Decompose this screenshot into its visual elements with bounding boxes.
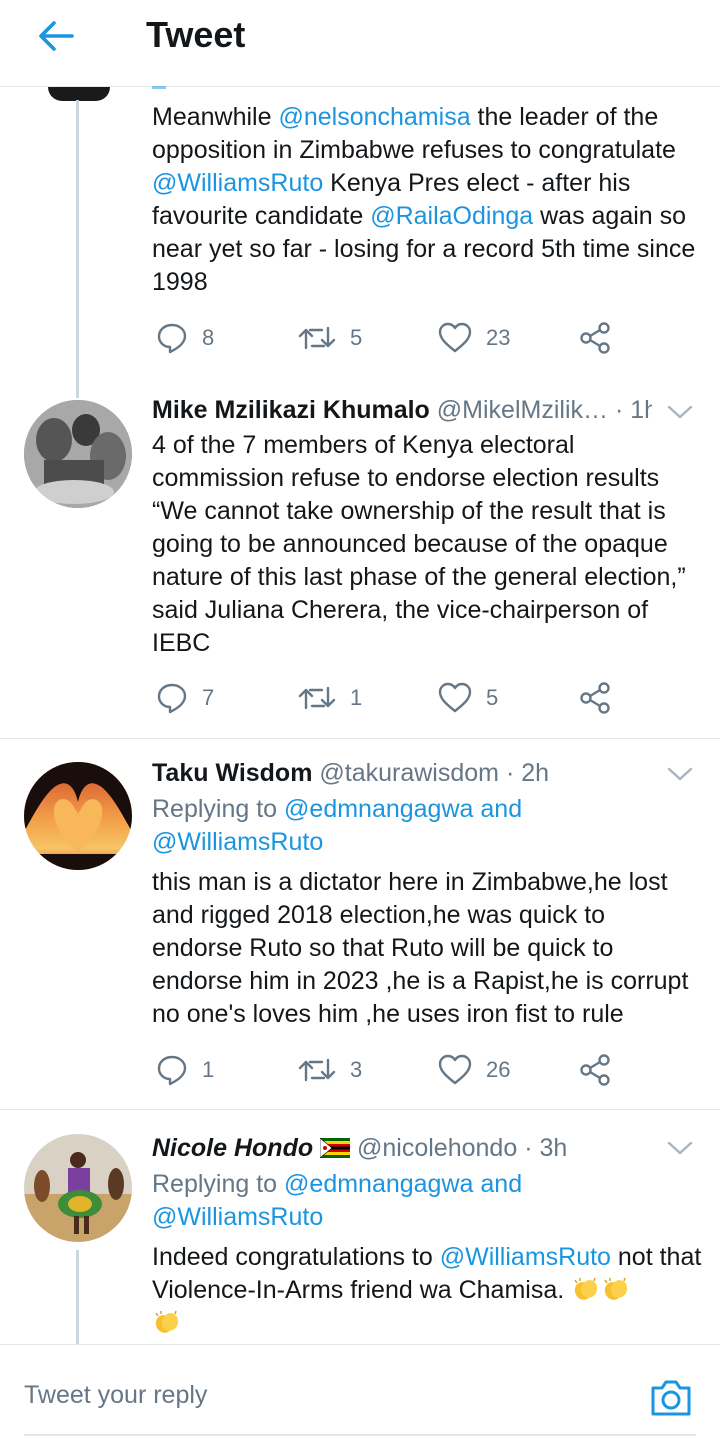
- share-button[interactable]: [578, 318, 612, 358]
- mention-link[interactable]: @WilliamsRuto: [440, 1243, 611, 1271]
- tweet-header: Nicole Hondo @nicolehondo · 3h: [152, 1132, 662, 1165]
- retweet-button[interactable]: 5: [298, 318, 362, 358]
- tweet-text: Meanwhile @nelsonchamisa the leader of t…: [152, 101, 702, 299]
- like-count: 5: [486, 685, 499, 710]
- camera-icon: [651, 1380, 691, 1416]
- avatar[interactable]: [24, 762, 132, 870]
- input-underline: [24, 1434, 696, 1436]
- reply-input[interactable]: Tweet your reply: [24, 1381, 207, 1410]
- timestamp: · 3h: [524, 1134, 568, 1162]
- timestamp: · 1h: [614, 396, 652, 424]
- display-name[interactable]: Taku Wisdom: [152, 759, 312, 787]
- replying-user[interactable]: @edmnangagwa: [284, 795, 473, 823]
- display-name[interactable]: Mike Mzilikazi Khumalo: [152, 396, 430, 424]
- tweet-actions: 8 5 23: [156, 318, 626, 358]
- avatar-photo: [24, 400, 132, 508]
- mention-link[interactable]: @nelsonchamisa: [278, 103, 470, 131]
- reply-button[interactable]: 8: [156, 318, 214, 358]
- mention-link[interactable]: @RailaOdinga: [370, 202, 533, 230]
- replying-to: Replying to @edmnangagwa and @WilliamsRu…: [152, 793, 672, 859]
- thread-line: [76, 1250, 79, 1344]
- replying-user[interactable]: @WilliamsRuto: [152, 1203, 323, 1231]
- clapping-hands-emoji: [155, 1310, 179, 1333]
- clapping-hands-emoji: [604, 1277, 628, 1300]
- tweet-text: 4 of the 7 members of Kenya electoral co…: [152, 431, 686, 657]
- tweet-actions: 7 1 5: [156, 678, 626, 718]
- like-count: 23: [486, 325, 511, 350]
- reply-bubble-icon: [157, 323, 187, 354]
- heart-icon: [438, 682, 472, 713]
- avatar-photo: [24, 1134, 132, 1242]
- retweet-button[interactable]: 1: [298, 678, 362, 718]
- top-app-bar: Tweet: [0, 0, 720, 87]
- reply-button[interactable]: 1: [156, 1050, 214, 1090]
- text-part: Indeed congratulations to: [152, 1243, 440, 1271]
- chevron-down-icon: [667, 405, 693, 419]
- share-button[interactable]: [578, 1050, 612, 1090]
- tweet-text: Indeed congratulations to @WilliamsRuto …: [152, 1241, 702, 1340]
- chevron-down-icon: [667, 1141, 693, 1155]
- like-button[interactable]: 23: [438, 318, 510, 358]
- heart-icon: [438, 1054, 472, 1085]
- page-title: Tweet: [146, 14, 246, 55]
- tweet-header: Taku Wisdom @takurawisdom · 2h: [152, 757, 662, 790]
- timestamp: · 2h: [505, 759, 550, 787]
- text-part: Meanwhile: [152, 103, 279, 131]
- reply-bubble-icon: [157, 1055, 187, 1086]
- handle[interactable]: @MikelMzilik…: [437, 396, 608, 424]
- replying-and: and: [473, 1170, 523, 1198]
- reply-button[interactable]: 7: [156, 678, 214, 718]
- share-icon: [580, 322, 610, 354]
- avatar-photo: [24, 762, 132, 870]
- like-count: 26: [486, 1057, 511, 1082]
- clapping-hands-emoji: [574, 1277, 598, 1300]
- replying-prefix: Replying to: [152, 795, 285, 823]
- divider: [0, 1109, 720, 1110]
- partial-line-above: [152, 86, 166, 89]
- reply-composer: Tweet your reply: [0, 1344, 720, 1438]
- heart-icon: [438, 322, 472, 353]
- reply-count: 7: [202, 685, 215, 710]
- retweet-count: 5: [350, 325, 363, 350]
- tweet-actions: 1 3 26: [156, 1050, 626, 1090]
- arrow-left-icon: [39, 21, 74, 51]
- retweet-icon: [298, 326, 336, 350]
- replying-and: and: [473, 795, 523, 823]
- mention-link[interactable]: @WilliamsRuto: [152, 169, 323, 197]
- share-icon: [580, 682, 610, 714]
- retweet-icon: [298, 1058, 336, 1082]
- tweet-text: this man is a dictator here in Zimbabwe,…: [152, 868, 689, 1028]
- avatar[interactable]: [24, 400, 132, 508]
- retweet-icon: [298, 686, 336, 710]
- chevron-down-icon: [667, 767, 693, 781]
- divider: [0, 738, 720, 739]
- retweet-button[interactable]: 3: [298, 1050, 362, 1090]
- zimbabwe-flag-emoji: [319, 1137, 351, 1159]
- retweet-count: 3: [350, 1057, 363, 1082]
- more-options-button[interactable]: [666, 1138, 694, 1158]
- share-button[interactable]: [578, 678, 612, 718]
- handle[interactable]: @takurawisdom: [319, 759, 499, 787]
- like-button[interactable]: 5: [438, 678, 498, 718]
- replying-prefix: Replying to: [152, 1170, 285, 1198]
- thread-line: [76, 100, 79, 398]
- replying-user[interactable]: @WilliamsRuto: [152, 828, 323, 856]
- like-button[interactable]: 26: [438, 1050, 510, 1090]
- reply-count: 1: [202, 1057, 215, 1082]
- more-options-button[interactable]: [666, 402, 694, 422]
- replying-user[interactable]: @edmnangagwa: [284, 1170, 473, 1198]
- handle[interactable]: @nicolehondo: [357, 1134, 517, 1162]
- reply-bubble-icon: [157, 683, 187, 714]
- replying-to: Replying to @edmnangagwa and @WilliamsRu…: [152, 1168, 672, 1234]
- reply-count: 8: [202, 325, 215, 350]
- back-button[interactable]: [34, 14, 78, 58]
- more-options-button[interactable]: [666, 764, 694, 784]
- tweet-header: Mike Mzilikazi Khumalo @MikelMzilik… · 1…: [152, 394, 652, 427]
- retweet-count: 1: [350, 685, 363, 710]
- camera-button[interactable]: [648, 1375, 694, 1421]
- avatar[interactable]: [24, 1134, 132, 1242]
- share-icon: [580, 1054, 610, 1086]
- display-name[interactable]: Nicole Hondo: [152, 1134, 313, 1162]
- avatar-partial[interactable]: [48, 87, 110, 101]
